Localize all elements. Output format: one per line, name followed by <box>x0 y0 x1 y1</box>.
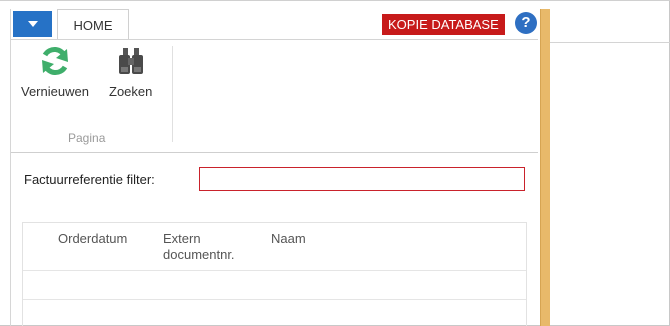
table-row[interactable] <box>23 270 526 271</box>
database-badge: KOPIE DATABASE <box>382 14 505 35</box>
filter-label: Factuurreferentie filter: <box>24 172 155 187</box>
ribbon-group-label: Pagina <box>68 131 106 145</box>
table-row[interactable] <box>23 299 526 300</box>
right-pane-divider <box>550 42 670 43</box>
ribbon-group-separator <box>172 46 173 142</box>
find-button[interactable]: Zoeken <box>109 46 152 99</box>
left-border <box>10 9 11 326</box>
binoculars-icon <box>118 48 143 74</box>
top-border <box>0 0 670 1</box>
column-header-naam[interactable]: Naam <box>271 231 306 247</box>
ribbon-bottom-divider <box>11 152 538 153</box>
app-menu-dropdown-icon <box>28 21 38 27</box>
tab-home[interactable]: HOME <box>57 9 129 39</box>
find-label: Zoeken <box>109 84 153 99</box>
column-header-line-1: Extern <box>163 231 201 246</box>
results-table: Orderdatum Extern documentnr. Naam <box>22 222 527 326</box>
app-menu-button[interactable] <box>13 11 52 37</box>
pane-splitter[interactable] <box>540 9 550 326</box>
refresh-button[interactable]: Vernieuwen <box>21 46 89 99</box>
invoice-reference-filter-input[interactable] <box>199 167 525 191</box>
refresh-label: Vernieuwen <box>21 84 89 99</box>
help-icon[interactable]: ? <box>515 12 537 34</box>
column-header-line-2: documentnr. <box>163 247 235 262</box>
column-header-orderdatum[interactable]: Orderdatum <box>58 231 127 247</box>
refresh-icon <box>41 47 68 75</box>
column-header-extern-documentnr[interactable]: Extern documentnr. <box>163 231 235 263</box>
